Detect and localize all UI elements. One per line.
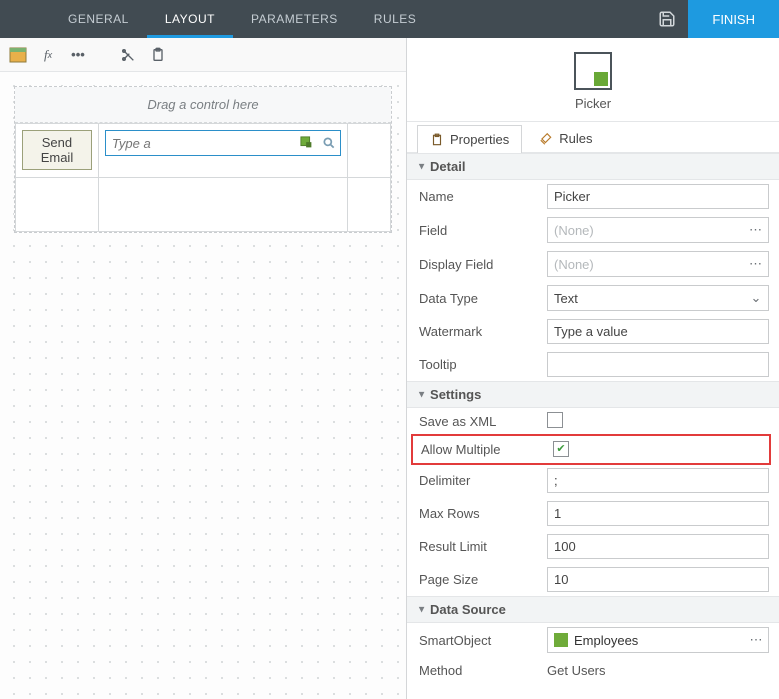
layout-table: Send Email [15,123,391,232]
label-name: Name [407,183,547,210]
input-name[interactable] [547,184,769,209]
checkbox-allow-multiple[interactable] [553,441,569,457]
label-delimiter: Delimiter [407,467,547,494]
canvas-toolbar: fx ••• [0,38,406,72]
tab-rules[interactable]: RULES [356,0,435,38]
tab-parameters[interactable]: PARAMETERS [233,0,356,38]
properties-icon [430,133,444,147]
picker-search-icon[interactable] [318,131,340,155]
label-result-limit: Result Limit [407,533,547,560]
chevron-down-icon: ▸ [416,607,427,612]
send-email-button[interactable]: Send Email [22,130,92,170]
chevron-down-icon: ▸ [416,392,427,397]
tab-properties[interactable]: Properties [417,125,522,153]
properties-panel: Picker Properties Rules ▸ [407,38,779,699]
label-save-xml: Save as XML [407,408,547,435]
label-max-rows: Max Rows [407,500,547,527]
input-delimiter[interactable] [547,468,769,493]
select-display-field-value: (None) [554,257,744,272]
section-settings[interactable]: ▸ Settings [407,381,779,408]
ellipsis-icon[interactable]: ⋯ [744,222,768,238]
value-method: Get Users [547,657,779,684]
section-detail[interactable]: ▸ Detail [407,153,779,180]
picker-resolve-icon[interactable] [296,131,318,155]
ellipsis-icon[interactable]: ⋯ [744,632,768,648]
section-datasource[interactable]: ▸ Data Source [407,596,779,623]
expression-icon[interactable]: fx [38,45,58,65]
tab-properties-label: Properties [450,132,509,147]
more-icon[interactable]: ••• [68,45,88,65]
finish-button[interactable]: FINISH [688,0,779,38]
tab-layout[interactable]: LAYOUT [147,0,233,38]
select-field-value: (None) [554,223,744,238]
section-datasource-label: Data Source [430,602,506,617]
section-detail-label: Detail [430,159,465,174]
tab-general[interactable]: GENERAL [50,0,147,38]
label-allow-multiple: Allow Multiple [413,436,553,463]
input-tooltip[interactable] [547,352,769,377]
label-tooltip: Tooltip [407,351,547,378]
tab-rules-panel[interactable]: Rules [526,124,605,152]
paste-icon[interactable] [148,45,168,65]
rules-icon [539,132,553,146]
label-page-size: Page Size [407,566,547,593]
select-data-type[interactable]: Text ⌄ [547,285,769,311]
picker-type-icon [574,52,612,90]
label-display-field: Display Field [407,251,547,278]
input-max-rows[interactable] [547,501,769,526]
picker-control[interactable] [105,130,341,156]
design-canvas[interactable]: Drag a control here Send Email [0,72,406,699]
chevron-down-icon[interactable]: ⌄ [744,290,768,306]
select-smartobject-value: Employees [574,633,744,648]
checkbox-save-xml[interactable] [547,412,563,428]
cut-icon[interactable] [118,45,138,65]
input-watermark[interactable] [547,319,769,344]
view-page-icon[interactable] [8,45,28,65]
section-settings-label: Settings [430,387,481,402]
ellipsis-icon[interactable]: ⋯ [744,256,768,272]
top-tab-bar: GENERAL LAYOUT PARAMETERS RULES FINISH [0,0,779,38]
input-result-limit[interactable] [547,534,769,559]
select-data-type-value: Text [554,291,744,306]
label-method: Method [407,657,547,684]
row-allow-multiple-highlight: Allow Multiple [411,434,771,465]
input-page-size[interactable] [547,567,769,592]
select-smartobject[interactable]: Employees ⋯ [547,627,769,653]
label-data-type: Data Type [407,285,547,312]
chevron-down-icon: ▸ [416,164,427,169]
label-smartobject: SmartObject [407,627,547,654]
select-field[interactable]: (None) ⋯ [547,217,769,243]
form-container: Drag a control here Send Email [14,86,392,233]
smartobject-icon [554,633,568,647]
save-icon[interactable] [646,0,688,38]
picker-input[interactable] [106,131,296,155]
select-display-field[interactable]: (None) ⋯ [547,251,769,277]
label-field: Field [407,217,547,244]
label-watermark: Watermark [407,318,547,345]
drop-hint: Drag a control here [15,87,391,123]
tab-rules-label: Rules [559,131,592,146]
control-type-title: Picker [575,96,611,111]
